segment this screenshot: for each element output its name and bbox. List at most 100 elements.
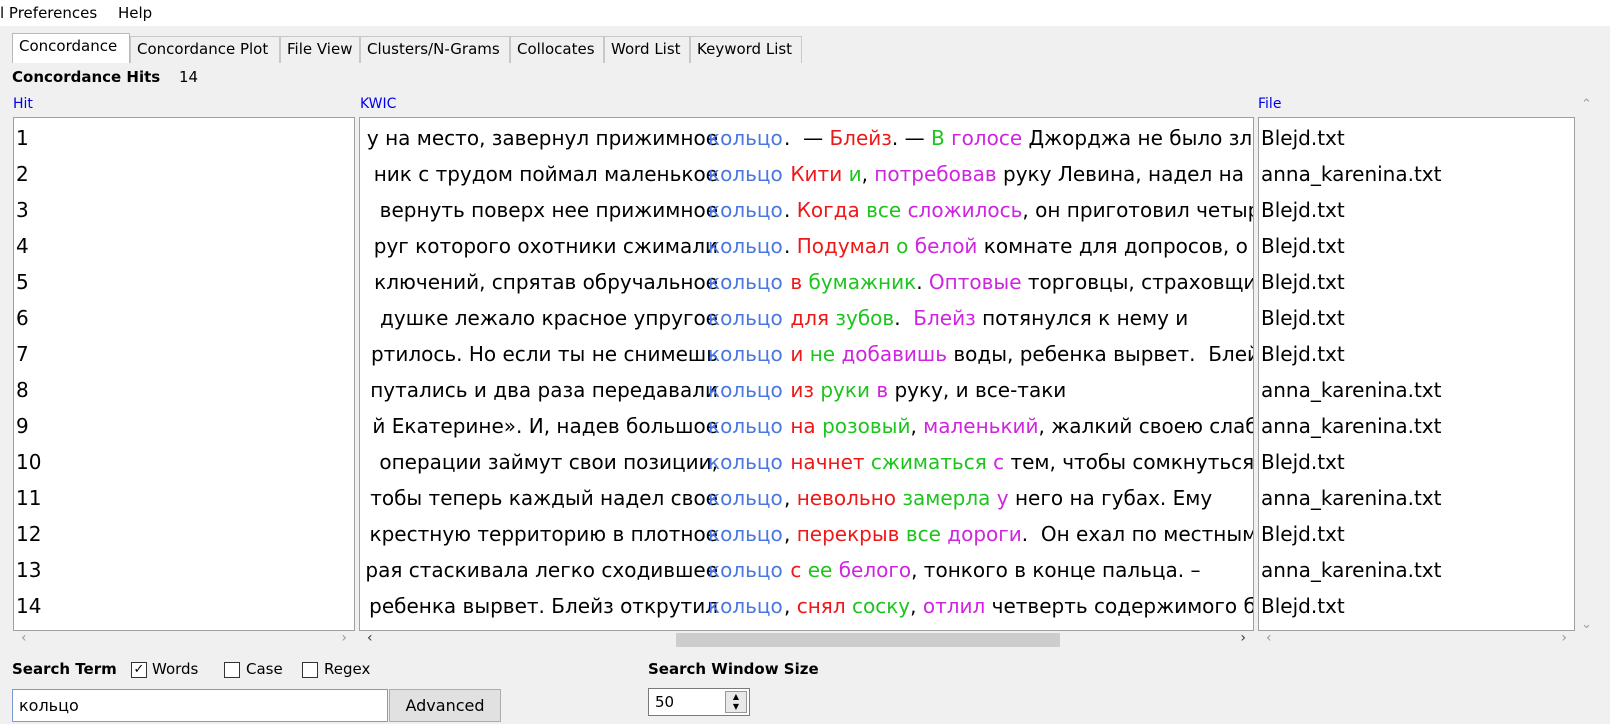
kwic-collocate-red: и — [790, 342, 804, 366]
kwic-node-word[interactable]: кольцо — [708, 120, 783, 156]
file-cell[interactable]: Blejd.txt — [1261, 228, 1345, 264]
scroll-left-icon[interactable]: ‹ — [367, 630, 373, 646]
hit-cell[interactable]: 2 — [16, 156, 29, 192]
hit-hscroll[interactable]: ‹ › — [13, 630, 355, 648]
kwic-row[interactable]: душке лежало красное упругое кольцо для з… — [360, 300, 1253, 336]
tab-word-list[interactable]: Word List — [604, 36, 690, 63]
column-header-hit[interactable]: Hit — [13, 96, 33, 112]
column-header-file[interactable]: File — [1258, 96, 1281, 112]
file-cell[interactable]: Blejd.txt — [1261, 120, 1345, 156]
scroll-right-icon[interactable]: › — [1561, 630, 1567, 646]
file-cell[interactable]: anna_karenina.txt — [1261, 552, 1441, 588]
file-cell[interactable]: Blejd.txt — [1261, 588, 1345, 624]
file-cell[interactable]: anna_karenina.txt — [1261, 408, 1441, 444]
column-header-kwic[interactable]: KWIC — [360, 96, 396, 112]
search-input[interactable] — [12, 689, 388, 722]
hit-cell[interactable]: 14 — [16, 588, 41, 624]
kwic-row[interactable]: рая стаскивала легко сходившее кольцо с е… — [360, 552, 1253, 588]
kwic-row[interactable]: тобы теперь каждый надел свое кольцо, нев… — [360, 480, 1253, 516]
kwic-row[interactable]: крестную территорию в плотное кольцо, пер… — [360, 516, 1253, 552]
file-cell[interactable]: Blejd.txt — [1261, 444, 1345, 480]
kwic-context-text: . — [916, 270, 929, 294]
file-cell[interactable]: anna_karenina.txt — [1261, 372, 1441, 408]
kwic-collocate-green: соску — [851, 594, 911, 618]
tab-collocates[interactable]: Collocates — [510, 36, 604, 63]
kwic-row[interactable]: ник с трудом поймал маленькое кольцо Кити… — [360, 156, 1253, 192]
file-cell[interactable]: anna_karenina.txt — [1261, 156, 1441, 192]
scroll-left-icon[interactable]: ‹ — [21, 630, 27, 646]
scroll-down-icon[interactable]: ⌄ — [1581, 617, 1592, 632]
hit-cell[interactable]: 13 — [16, 552, 41, 588]
hit-panel[interactable]: 1 2 3 4 5 6 7 8 9 10 11 12 13 14 — [13, 117, 355, 631]
hit-cell[interactable]: 9 — [16, 408, 29, 444]
kwic-collocate-red: Когда — [796, 198, 860, 222]
kwic-row[interactable]: вернуть поверх нее прижимное кольцо. Когд… — [360, 192, 1253, 228]
window-size-spinner[interactable]: 50 ▲ ▼ — [648, 688, 750, 716]
kwic-collocate-green: розовый — [822, 414, 911, 438]
scroll-right-icon[interactable]: › — [341, 630, 347, 646]
kwic-collocate-green: все — [905, 522, 941, 546]
kwic-left-context: душке лежало красное упругое — [380, 306, 718, 330]
kwic-node-word[interactable]: кольцо — [708, 408, 783, 444]
hit-cell[interactable]: 5 — [16, 264, 29, 300]
kwic-node-word[interactable]: кольцо — [708, 480, 783, 516]
tab-concordance[interactable]: Concordance — [12, 33, 130, 63]
hit-cell[interactable]: 11 — [16, 480, 41, 516]
tab-keyword-list[interactable]: Keyword List — [690, 36, 802, 63]
kwic-node-word[interactable]: кольцо — [708, 516, 783, 552]
scroll-right-icon[interactable]: › — [1240, 630, 1246, 646]
hit-cell[interactable]: 1 — [16, 120, 29, 156]
kwic-node-word[interactable]: кольцо — [708, 588, 783, 624]
tab-clusters-ngrams[interactable]: Clusters/N-Grams — [360, 36, 510, 63]
hit-cell[interactable]: 12 — [16, 516, 41, 552]
scroll-left-icon[interactable]: ‹ — [1266, 630, 1272, 646]
regex-checkbox[interactable] — [302, 662, 318, 678]
kwic-node-word[interactable]: кольцо — [708, 552, 783, 588]
spinner-arrows-icon[interactable]: ▲ ▼ — [725, 691, 747, 713]
hit-cell[interactable]: 6 — [16, 300, 29, 336]
file-cell[interactable]: Blejd.txt — [1261, 300, 1345, 336]
kwic-row[interactable]: й Екатерине». И, надев большое кольцо на … — [360, 408, 1253, 444]
kwic-row[interactable]: путались и два раза передавали кольцо из … — [360, 372, 1253, 408]
kwic-node-word[interactable]: кольцо — [708, 336, 783, 372]
kwic-context-text: торговцы, страховщики — [1027, 270, 1253, 294]
file-cell[interactable]: Blejd.txt — [1261, 264, 1345, 300]
kwic-node-word[interactable]: кольцо — [708, 192, 783, 228]
kwic-row[interactable]: ребенка вырвет. Блейз открутил кольцо, сн… — [360, 588, 1253, 624]
vertical-scrollbar[interactable]: ⌃ ⌄ — [1577, 97, 1597, 648]
kwic-scroll-thumb[interactable] — [676, 633, 1060, 647]
tab-concordance-plot[interactable]: Concordance Plot — [130, 36, 280, 63]
file-cell[interactable]: Blejd.txt — [1261, 516, 1345, 552]
kwic-node-word[interactable]: кольцо — [708, 372, 783, 408]
kwic-panel[interactable]: у на место, завернул прижимное кольцо. — … — [359, 117, 1254, 631]
file-panel[interactable]: Blejd.txt anna_karenina.txt Blejd.txt Blejd… — [1258, 117, 1575, 631]
scroll-up-icon[interactable]: ⌃ — [1581, 97, 1592, 112]
hit-cell[interactable]: 7 — [16, 336, 29, 372]
file-cell[interactable]: anna_karenina.txt — [1261, 480, 1441, 516]
kwic-node-word[interactable]: кольцо — [708, 300, 783, 336]
kwic-row[interactable]: ключений, спрятав обручальное кольцо в бу… — [360, 264, 1253, 300]
menu-preferences[interactable]: l Preferences — [0, 4, 97, 22]
kwic-node-word[interactable]: кольцо — [708, 264, 783, 300]
menu-help[interactable]: Help — [118, 4, 152, 22]
kwic-row[interactable]: ртилось. Но если ты не снимешь кольцо и н… — [360, 336, 1253, 372]
kwic-node-word[interactable]: кольцо — [708, 156, 783, 192]
words-checkbox[interactable]: ✓ — [131, 662, 147, 678]
kwic-row[interactable]: у на место, завернул прижимное кольцо. — … — [360, 120, 1253, 156]
tab-file-view[interactable]: File View — [280, 36, 360, 63]
file-cell[interactable]: Blejd.txt — [1261, 336, 1345, 372]
advanced-button[interactable]: Advanced — [389, 689, 501, 722]
kwic-node-word[interactable]: кольцо — [708, 444, 783, 480]
kwic-row[interactable]: руг которого охотники сжимали кольцо. Под… — [360, 228, 1253, 264]
hit-cell[interactable]: 4 — [16, 228, 29, 264]
kwic-node-word[interactable]: кольцо — [708, 228, 783, 264]
hit-cell[interactable]: 3 — [16, 192, 29, 228]
hit-cell[interactable]: 10 — [16, 444, 41, 480]
file-hscroll[interactable]: ‹ › — [1258, 630, 1575, 648]
case-checkbox[interactable] — [224, 662, 240, 678]
kwic-row[interactable]: операции займут свои позиции, кольцо начн… — [360, 444, 1253, 480]
hit-cell[interactable]: 8 — [16, 372, 29, 408]
kwic-collocate-red: Кити — [790, 162, 843, 186]
file-cell[interactable]: Blejd.txt — [1261, 192, 1345, 228]
concordance-hits-label: Concordance Hits — [12, 68, 161, 86]
